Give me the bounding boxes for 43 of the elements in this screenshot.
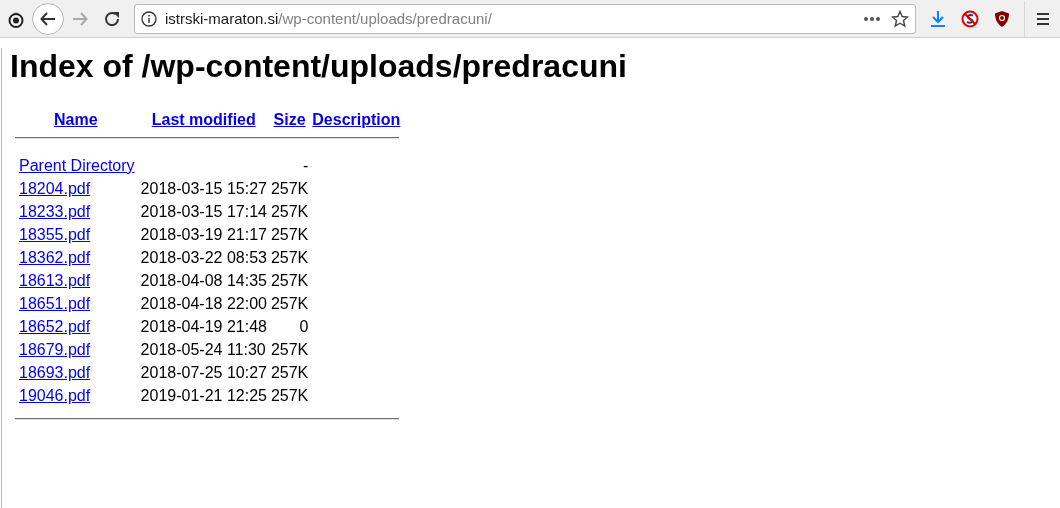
file-size: 257K [270, 202, 309, 220]
star-icon[interactable] [891, 9, 909, 28]
modified-date: 2018-04-18 22:00 [140, 294, 267, 312]
column-header-link[interactable]: Name [54, 110, 98, 128]
file-size: 257K [270, 386, 309, 404]
file-size: 0 [299, 317, 309, 335]
back-button[interactable] [32, 2, 64, 35]
file-size: 257K [270, 248, 309, 266]
file-link[interactable]: Parent Directory [19, 156, 135, 174]
file-size: - [302, 156, 309, 174]
file-size: 257K [270, 179, 309, 197]
more-icon[interactable] [863, 15, 881, 22]
modified-date: 2018-04-19 21:48 [140, 317, 267, 335]
file-link[interactable]: 18679.pdf [19, 340, 91, 358]
file-size: 257K [270, 271, 309, 289]
page-title: Index of /wp-content/uploads/predracuni [10, 48, 628, 85]
file-size: 257K [270, 294, 309, 312]
file-link[interactable]: 18613.pdf [19, 271, 91, 289]
file-link[interactable]: 18651.pdf [19, 294, 91, 312]
modified-date: 2019-01-21 12:25 [140, 386, 267, 404]
modified-date: 2018-07-25 10:27 [140, 363, 267, 381]
file-link[interactable]: 18362.pdf [19, 248, 91, 266]
modified-date: 2018-04-08 14:35 [140, 271, 267, 289]
file-size: 257K [270, 225, 309, 243]
file-link[interactable]: 18355.pdf [19, 225, 91, 243]
file-size: 257K [270, 363, 309, 381]
file-link[interactable]: 18204.pdf [19, 179, 91, 197]
column-header-link[interactable]: Last modified [151, 110, 256, 128]
file-link[interactable]: 19046.pdf [19, 386, 91, 404]
column-header-link[interactable]: Description [312, 110, 401, 128]
column-header-link[interactable]: Size [273, 110, 306, 128]
modified-date: 2018-03-19 21:17 [140, 225, 267, 243]
modified-date: 2018-05-24 11:30 [140, 340, 266, 358]
info-icon[interactable] [141, 10, 157, 27]
file-size: 257K [270, 340, 309, 358]
modified-date: 2018-03-22 08:53 [140, 248, 267, 266]
file-link[interactable]: 18233.pdf [19, 202, 91, 220]
modified-date: 2018-03-15 15:27 [140, 179, 267, 197]
file-link[interactable]: 18693.pdf [19, 363, 91, 381]
address-bar[interactable]: istrski-maraton.si/wp-content/uploads/predracuni/ [134, 3, 916, 34]
modified-date: 2018-03-15 17:14 [140, 202, 267, 220]
url-text: istrski-maraton.si/wp-content/uploads/predracuni/ [165, 10, 493, 27]
file-link[interactable]: 18652.pdf [19, 317, 91, 335]
